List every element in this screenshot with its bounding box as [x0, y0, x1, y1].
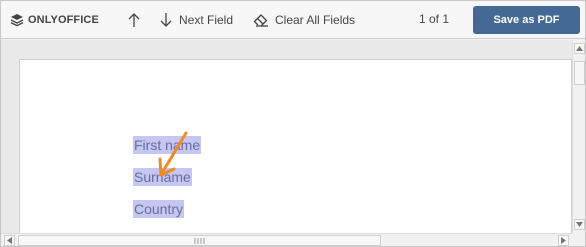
horizontal-scrollbar[interactable]: [1, 233, 572, 246]
vertical-scrollbar[interactable]: [572, 40, 585, 233]
vertical-scroll-thumb[interactable]: [574, 61, 585, 85]
document-page: First name Surname Country: [19, 59, 572, 233]
layers-icon: [10, 14, 24, 27]
scroll-down-button[interactable]: [574, 219, 585, 230]
page-indicator: 1 of 1: [419, 12, 450, 26]
onlyoffice-logo: ONLYOFFICE: [10, 12, 99, 28]
logo-text: ONLYOFFICE: [28, 14, 99, 26]
document-viewport: First name Surname Country: [1, 40, 572, 233]
scroll-right-icon: [561, 237, 566, 244]
arrow-up-icon: [128, 13, 140, 27]
next-field-label: Next Field: [179, 13, 234, 27]
next-field-button[interactable]: Next Field: [159, 10, 233, 30]
annotation-arrow-icon: [158, 131, 188, 177]
form-filler-window: ONLYOFFICE Next Field Clear All Fields 1…: [0, 0, 586, 247]
clear-all-fields-button[interactable]: Clear All Fields: [253, 10, 355, 30]
grip-icon: [194, 237, 204, 244]
save-as-pdf-button[interactable]: Save as PDF: [473, 6, 580, 34]
scrollbar-corner: [572, 233, 585, 246]
horizontal-scroll-thumb[interactable]: [18, 235, 381, 246]
previous-field-button[interactable]: [127, 10, 145, 30]
scroll-right-button[interactable]: [558, 235, 569, 246]
eraser-icon: [253, 14, 268, 27]
toolbar: ONLYOFFICE Next Field Clear All Fields 1…: [1, 1, 585, 39]
country-field[interactable]: Country: [133, 200, 185, 218]
scroll-down-icon: [576, 222, 583, 227]
scroll-up-button[interactable]: [574, 43, 585, 54]
scroll-up-icon: [576, 46, 583, 51]
clear-all-fields-label: Clear All Fields: [275, 13, 356, 27]
arrow-down-icon: [160, 13, 172, 27]
scroll-left-button[interactable]: [4, 235, 15, 246]
scroll-left-icon: [7, 237, 12, 244]
